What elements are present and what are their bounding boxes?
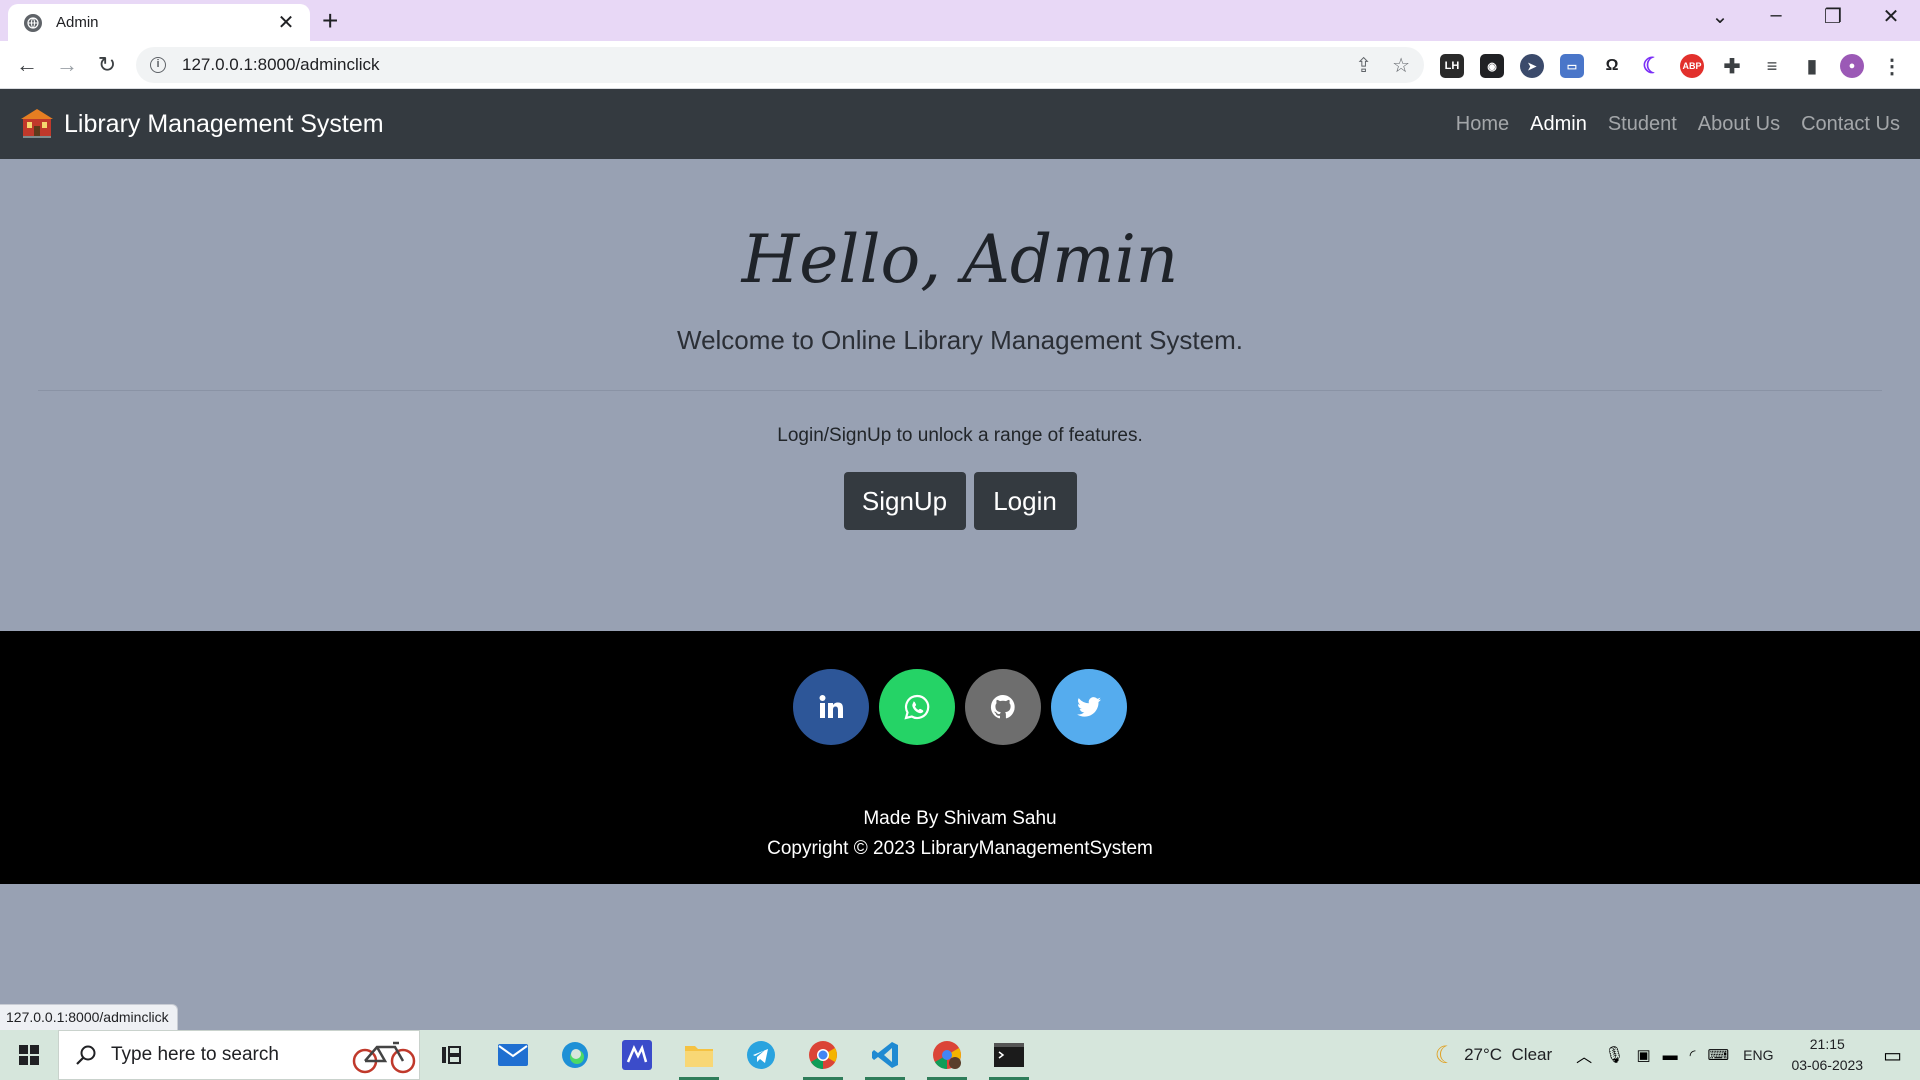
browser-menu-icon[interactable]: ⋮ bbox=[1880, 54, 1904, 78]
cursor-extension-icon[interactable]: ➤ bbox=[1520, 54, 1544, 78]
windows-logo-icon bbox=[19, 1045, 39, 1065]
microphone-icon[interactable]: 🎙 bbox=[1604, 1045, 1624, 1065]
new-tab-button[interactable]: + bbox=[322, 7, 338, 35]
back-arrow-icon[interactable]: ← bbox=[13, 51, 41, 79]
hero-text: Login/SignUp to unlock a range of featur… bbox=[777, 425, 1143, 446]
mail-app-icon[interactable] bbox=[482, 1030, 544, 1080]
nav-link-about[interactable]: About Us bbox=[1698, 113, 1780, 136]
tab-close-icon[interactable]: ✕ bbox=[274, 13, 298, 33]
signup-button[interactable]: SignUp bbox=[843, 472, 966, 530]
github-icon bbox=[990, 694, 1015, 719]
windows-start-button[interactable] bbox=[0, 1030, 58, 1080]
weather-moon-icon: ☾ bbox=[1434, 1041, 1457, 1069]
whatsapp-button[interactable] bbox=[879, 669, 955, 745]
share-icon[interactable]: ⇪ bbox=[1355, 53, 1372, 78]
browser-tab[interactable]: Admin ✕ bbox=[8, 4, 310, 41]
twitter-button[interactable] bbox=[1051, 669, 1127, 745]
chrome-profile-icon[interactable] bbox=[916, 1030, 978, 1080]
chrome-browser-icon[interactable] bbox=[792, 1030, 854, 1080]
window-close-icon[interactable]: ✕ bbox=[1871, 4, 1911, 29]
nav-link-admin[interactable]: Admin bbox=[1530, 113, 1587, 136]
minimize-icon[interactable]: – bbox=[1756, 4, 1796, 27]
search-icon bbox=[76, 1045, 96, 1065]
url-text[interactable]: 127.0.0.1:8000/adminclick bbox=[182, 55, 1335, 75]
tab-title: Admin bbox=[56, 14, 99, 31]
nav-link-home[interactable]: Home bbox=[1456, 113, 1509, 136]
bookmark-star-icon[interactable]: ☆ bbox=[1392, 53, 1410, 78]
nav-links: Home Admin Student About Us Contact Us bbox=[1435, 113, 1900, 136]
extensions-puzzle-icon[interactable]: ✚ bbox=[1720, 54, 1744, 78]
language-indicator[interactable]: ENG bbox=[1743, 1047, 1773, 1063]
footer-copyright: Copyright © 2023 LibraryManagementSystem bbox=[767, 838, 1153, 859]
footer: Made By Shivam Sahu Copyright © 2023 Lib… bbox=[0, 631, 1920, 884]
nav-link-contact[interactable]: Contact Us bbox=[1801, 113, 1900, 136]
clock-date: 03-06-2023 bbox=[1791, 1057, 1864, 1073]
weather-text[interactable]: 27°C Clear bbox=[1464, 1045, 1552, 1065]
status-bar-url: 127.0.0.1:8000/adminclick bbox=[0, 1004, 178, 1030]
nav-link-student[interactable]: Student bbox=[1608, 113, 1677, 136]
site-navbar: Library Management System Home Admin Stu… bbox=[0, 89, 1920, 159]
spy-extension-icon[interactable]: ◉ bbox=[1480, 54, 1504, 78]
omega-extension-icon[interactable]: Ω bbox=[1600, 54, 1624, 78]
twitter-icon bbox=[1077, 697, 1101, 717]
windows-taskbar: Type here to search ☾ 27°C Clear ︿ 🎙 ▣ ▬… bbox=[0, 1030, 1920, 1080]
keyboard-icon[interactable]: ⌨ bbox=[1707, 1046, 1729, 1064]
edge-browser-icon[interactable] bbox=[544, 1030, 606, 1080]
search-placeholder: Type here to search bbox=[111, 1044, 279, 1065]
window-extension-icon[interactable]: ▭ bbox=[1560, 54, 1584, 78]
hero-title: Hello, Admin bbox=[741, 221, 1179, 298]
linkedin-icon bbox=[819, 695, 843, 718]
profile-avatar[interactable]: ● bbox=[1840, 54, 1864, 78]
tab-search-chevron-icon[interactable]: ⌄ bbox=[1700, 4, 1740, 29]
taskbar-search[interactable]: Type here to search bbox=[58, 1030, 420, 1080]
github-button[interactable] bbox=[965, 669, 1041, 745]
lighthouse-extension-icon[interactable]: LH bbox=[1440, 54, 1464, 78]
login-button[interactable]: Login bbox=[973, 472, 1077, 530]
reload-icon[interactable]: ↻ bbox=[93, 51, 121, 79]
camera-icon[interactable]: ▣ bbox=[1636, 1046, 1650, 1064]
dark-mode-moon-icon[interactable]: ☾ bbox=[1640, 53, 1664, 78]
wifi-icon[interactable]: ◜ bbox=[1690, 1046, 1696, 1064]
library-building-icon bbox=[20, 108, 54, 140]
battery-icon[interactable]: ▬ bbox=[1663, 1047, 1678, 1064]
vscode-icon[interactable] bbox=[854, 1030, 916, 1080]
browser-toolbar: ← → ↻ i 127.0.0.1:8000/adminclick ⇪ ☆ LH… bbox=[0, 41, 1920, 89]
divider bbox=[38, 390, 1882, 391]
restore-icon[interactable]: ❐ bbox=[1813, 4, 1853, 29]
app-m-icon[interactable] bbox=[606, 1030, 668, 1080]
linkedin-button[interactable] bbox=[793, 669, 869, 745]
site-info-icon[interactable]: i bbox=[150, 57, 166, 73]
footer-credit: Made By Shivam Sahu bbox=[863, 808, 1057, 829]
forward-arrow-icon[interactable]: → bbox=[53, 51, 81, 79]
whatsapp-icon bbox=[904, 694, 930, 720]
clock-time: 21:15 bbox=[1809, 1036, 1845, 1052]
system-tray: ☾ 27°C Clear ︿ 🎙 ▣ ▬ ◜ ⌨ ENG 21:15 03-06… bbox=[1435, 1030, 1920, 1080]
file-explorer-icon[interactable] bbox=[668, 1030, 730, 1080]
bicycle-icon bbox=[352, 1041, 416, 1074]
media-controls-icon[interactable]: ≡ bbox=[1760, 54, 1784, 78]
clock[interactable]: 21:15 03-06-2023 bbox=[1791, 1034, 1863, 1076]
brand-name: Library Management System bbox=[64, 109, 384, 138]
side-panel-icon[interactable]: ▮ bbox=[1800, 54, 1824, 78]
task-view-icon[interactable] bbox=[420, 1030, 482, 1080]
browser-tab-bar: Admin ✕ + ⌄ – ❐ ✕ bbox=[0, 0, 1920, 41]
hero-lead: Welcome to Online Library Management Sys… bbox=[677, 325, 1243, 355]
telegram-icon[interactable] bbox=[730, 1030, 792, 1080]
terminal-icon[interactable] bbox=[978, 1030, 1040, 1080]
hero-section: Hello, Admin Welcome to Online Library M… bbox=[0, 159, 1920, 631]
globe-icon bbox=[24, 13, 42, 32]
social-links bbox=[0, 669, 1920, 745]
auth-buttons: SignUp Login bbox=[0, 472, 1920, 530]
brand[interactable]: Library Management System bbox=[20, 108, 384, 140]
adblock-extension-icon[interactable]: ABP bbox=[1680, 54, 1704, 78]
notifications-icon[interactable]: ▭ bbox=[1883, 1043, 1902, 1068]
address-bar[interactable]: i 127.0.0.1:8000/adminclick ⇪ ☆ bbox=[136, 47, 1424, 83]
show-hidden-icons-chevron-icon[interactable]: ︿ bbox=[1576, 1043, 1592, 1067]
